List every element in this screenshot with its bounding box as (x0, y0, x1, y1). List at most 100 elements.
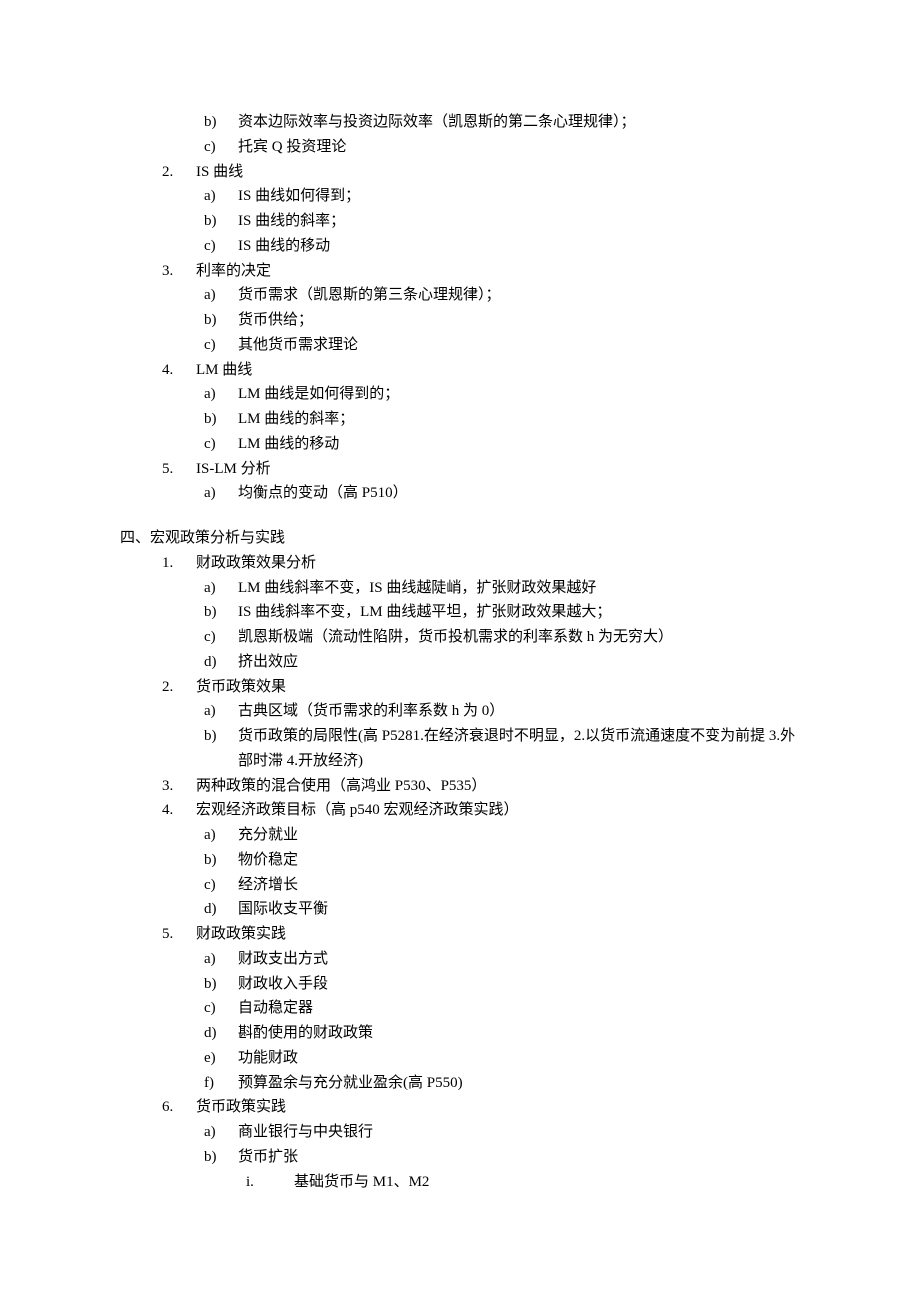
list-marker: 4. (162, 798, 196, 823)
list-item: c) 其他货币需求理论 (120, 333, 800, 358)
list-item: b) 财政收入手段 (120, 972, 800, 997)
list-text: 充分就业 (238, 823, 800, 848)
list-text: 财政支出方式 (238, 947, 800, 972)
list-item: c) 托宾 Q 投资理论 (120, 135, 800, 160)
list-item: b) 物价稳定 (120, 848, 800, 873)
list-marker: c) (204, 234, 238, 259)
list-item: 6. 货币政策实践 (120, 1095, 800, 1120)
list-text: 财政收入手段 (238, 972, 800, 997)
list-marker: c) (204, 625, 238, 650)
list-marker: 1. (162, 551, 196, 576)
list-text: 托宾 Q 投资理论 (238, 135, 800, 160)
list-text: 宏观经济政策目标（高 p540 宏观经济政策实践） (196, 798, 800, 823)
list-marker: 5. (162, 457, 196, 482)
list-item: c) 凯恩斯极端（流动性陷阱，货币投机需求的利率系数 h 为无穷大） (120, 625, 800, 650)
list-marker: b) (204, 1145, 238, 1170)
list-item: c) 经济增长 (120, 873, 800, 898)
list-marker: c) (204, 873, 238, 898)
list-item: c) 自动稳定器 (120, 996, 800, 1021)
list-marker: b) (204, 724, 238, 749)
list-text: IS 曲线斜率不变，LM 曲线越平坦，扩张财政效果越大； (238, 600, 800, 625)
list-marker: d) (204, 1021, 238, 1046)
list-item: a) LM 曲线斜率不变，IS 曲线越陡峭，扩张财政效果越好 (120, 576, 800, 601)
list-item: 5. IS-LM 分析 (120, 457, 800, 482)
list-text: LM 曲线的移动 (238, 432, 800, 457)
list-text: 斟酌使用的财政政策 (238, 1021, 800, 1046)
list-marker: e) (204, 1046, 238, 1071)
list-marker: b) (204, 972, 238, 997)
list-item: 1. 财政政策效果分析 (120, 551, 800, 576)
list-text: LM 曲线斜率不变，IS 曲线越陡峭，扩张财政效果越好 (238, 576, 800, 601)
list-item: b) 货币扩张 (120, 1145, 800, 1170)
list-marker: b) (204, 308, 238, 333)
list-marker: a) (204, 576, 238, 601)
list-text: IS 曲线如何得到； (238, 184, 800, 209)
list-item: b) IS 曲线的斜率； (120, 209, 800, 234)
list-item: b) IS 曲线斜率不变，LM 曲线越平坦，扩张财政效果越大； (120, 600, 800, 625)
list-text: 商业银行与中央银行 (238, 1120, 800, 1145)
list-item: d) 斟酌使用的财政政策 (120, 1021, 800, 1046)
list-item: b) 货币供给； (120, 308, 800, 333)
list-item: a) 货币需求（凯恩斯的第三条心理规律）； (120, 283, 800, 308)
list-marker: a) (204, 823, 238, 848)
list-text: 财政政策实践 (196, 922, 800, 947)
list-marker: 2. (162, 160, 196, 185)
list-item: 4. 宏观经济政策目标（高 p540 宏观经济政策实践） (120, 798, 800, 823)
list-marker: c) (204, 333, 238, 358)
list-marker: c) (204, 432, 238, 457)
list-marker: a) (204, 184, 238, 209)
list-item: a) 财政支出方式 (120, 947, 800, 972)
list-text: IS-LM 分析 (196, 457, 800, 482)
list-item: i. 基础货币与 M1、M2 (120, 1170, 800, 1195)
list-text: 自动稳定器 (238, 996, 800, 1021)
list-item: c) LM 曲线的移动 (120, 432, 800, 457)
list-item: f) 预算盈余与充分就业盈余(高 P550) (120, 1071, 800, 1096)
list-text: LM 曲线 (196, 358, 800, 383)
list-text: LM 曲线是如何得到的； (238, 382, 800, 407)
list-text: 预算盈余与充分就业盈余(高 P550) (238, 1071, 800, 1096)
list-marker: a) (204, 699, 238, 724)
list-marker: 2. (162, 675, 196, 700)
list-text: IS 曲线的移动 (238, 234, 800, 259)
list-marker: 6. (162, 1095, 196, 1120)
list-marker: a) (204, 481, 238, 506)
list-marker: b) (204, 848, 238, 873)
list-item: 3. 两种政策的混合使用（高鸿业 P530、P535） (120, 774, 800, 799)
list-item: a) IS 曲线如何得到； (120, 184, 800, 209)
list-item: a) LM 曲线是如何得到的； (120, 382, 800, 407)
list-item: 4. LM 曲线 (120, 358, 800, 383)
list-marker: d) (204, 650, 238, 675)
list-item: 2. IS 曲线 (120, 160, 800, 185)
list-marker: b) (204, 209, 238, 234)
list-item: e) 功能财政 (120, 1046, 800, 1071)
list-text: 经济增长 (238, 873, 800, 898)
list-item: d) 国际收支平衡 (120, 897, 800, 922)
list-text: 国际收支平衡 (238, 897, 800, 922)
list-text: LM 曲线的斜率； (238, 407, 800, 432)
list-marker: 3. (162, 259, 196, 284)
list-marker: 3. (162, 774, 196, 799)
list-text: 凯恩斯极端（流动性陷阱，货币投机需求的利率系数 h 为无穷大） (238, 625, 800, 650)
list-marker: a) (204, 1120, 238, 1145)
list-marker: c) (204, 996, 238, 1021)
list-text: 均衡点的变动（高 P510） (238, 481, 800, 506)
list-text: 货币政策效果 (196, 675, 800, 700)
section-header: 四、宏观政策分析与实践 (120, 526, 800, 551)
list-item: b) 资本边际效率与投资边际效率（凯恩斯的第二条心理规律）； (120, 110, 800, 135)
list-marker: i. (246, 1170, 294, 1195)
list-marker: a) (204, 947, 238, 972)
list-item: d) 挤出效应 (120, 650, 800, 675)
list-text: IS 曲线的斜率； (238, 209, 800, 234)
list-item: a) 商业银行与中央银行 (120, 1120, 800, 1145)
list-marker: 5. (162, 922, 196, 947)
list-text: 功能财政 (238, 1046, 800, 1071)
list-marker: b) (204, 600, 238, 625)
list-text: 货币需求（凯恩斯的第三条心理规律）； (238, 283, 800, 308)
list-text: IS 曲线 (196, 160, 800, 185)
list-text: 基础货币与 M1、M2 (294, 1170, 800, 1195)
list-marker: 4. (162, 358, 196, 383)
list-text: 利率的决定 (196, 259, 800, 284)
list-text: 货币政策的局限性(高 P5281.在经济衰退时不明显，2.以货币流通速度不变为前… (238, 724, 800, 774)
list-text: 两种政策的混合使用（高鸿业 P530、P535） (196, 774, 800, 799)
list-item: a) 均衡点的变动（高 P510） (120, 481, 800, 506)
